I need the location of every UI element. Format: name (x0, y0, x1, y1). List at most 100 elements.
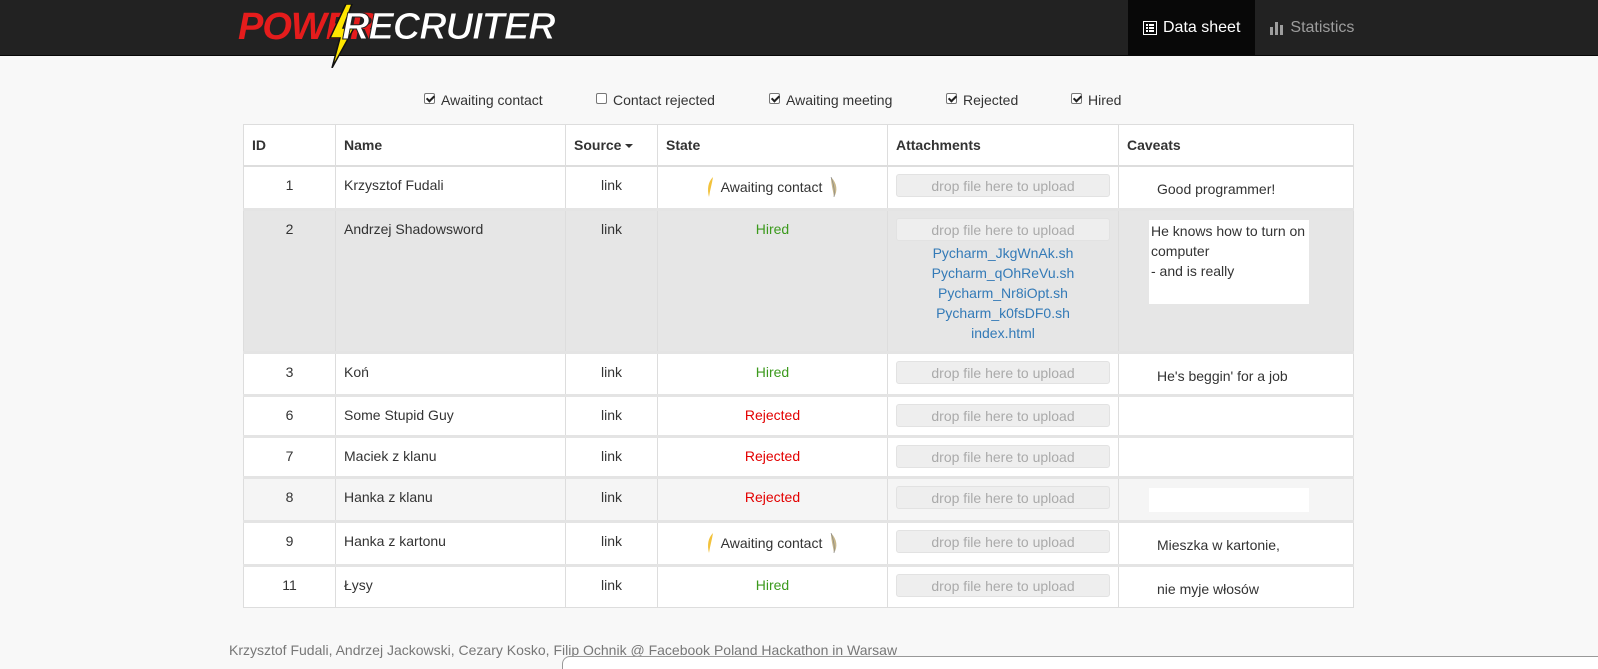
cell-attachments: drop file here to upload (887, 565, 1119, 608)
file-drop-zone[interactable]: drop file here to upload (896, 404, 1110, 427)
attachment-link[interactable]: index.html (896, 323, 1110, 343)
cell-state[interactable]: Rejected (657, 436, 888, 478)
checkbox[interactable] (769, 92, 780, 104)
feather-icon (707, 533, 713, 553)
cell-caveats[interactable]: Good programmer! (1118, 166, 1354, 210)
column-header-id[interactable]: ID (243, 124, 336, 167)
column-header-state[interactable]: State (657, 124, 888, 167)
table-row[interactable]: 2 Andrzej Shadowsword link Hired drop fi… (243, 209, 1354, 353)
table-row[interactable]: 6 Some Stupid Guy link Rejected drop fil… (243, 395, 1354, 437)
attachment-link[interactable]: Pycharm_qOhReVu.sh (896, 263, 1110, 283)
caveat-text[interactable] (1127, 448, 1345, 450)
filter-hired[interactable]: Hired (1071, 92, 1121, 108)
cell-id: 6 (243, 395, 336, 437)
file-drop-zone[interactable]: drop file here to upload (896, 486, 1110, 509)
attachment-link[interactable]: Pycharm_k0fsDF0.sh (896, 303, 1110, 323)
cell-caveats[interactable]: nie myje włosów (1118, 565, 1354, 608)
caveat-editor[interactable] (1149, 488, 1309, 512)
column-header-source[interactable]: Source (565, 124, 658, 167)
column-header-name[interactable]: Name (335, 124, 566, 167)
source-link[interactable]: link (565, 565, 658, 608)
tab-data-sheet-label: Data sheet (1163, 18, 1241, 36)
table-row[interactable]: 9 Hanka z kartonu link Awaiting contact … (243, 521, 1354, 566)
cell-caveats[interactable]: Mieszka w kartonie, (1118, 521, 1354, 566)
file-drop-zone[interactable]: drop file here to upload (896, 530, 1110, 553)
cell-id: 1 (243, 166, 336, 210)
table-row[interactable]: 7 Maciek z klanu link Rejected drop file… (243, 436, 1354, 478)
cell-state[interactable]: Hired (657, 209, 888, 353)
file-drop-zone[interactable]: drop file here to upload (896, 445, 1110, 468)
cell-attachments: drop file here to upload (887, 436, 1119, 478)
cell-state[interactable]: Awaiting contact (657, 521, 888, 566)
table-row[interactable]: 3 Koń link Hired drop file here to uploa… (243, 352, 1354, 396)
tab-statistics[interactable]: Statistics (1255, 0, 1369, 55)
caveat-text[interactable]: Good programmer! (1127, 177, 1345, 199)
checkbox[interactable] (946, 92, 957, 104)
brand-logo-recruiter: RECRUITER (342, 6, 557, 49)
state-label: Awaiting contact (720, 179, 823, 195)
caveat-text[interactable]: Mieszka w kartonie, (1127, 533, 1345, 555)
filter-rejected[interactable]: Rejected (946, 92, 1018, 108)
filter-label: Awaiting meeting (786, 92, 893, 108)
source-link[interactable]: link (565, 521, 658, 566)
cell-id: 9 (243, 521, 336, 566)
checkbox[interactable] (1071, 92, 1082, 104)
column-header-attachments[interactable]: Attachments (887, 124, 1119, 167)
checkbox[interactable] (596, 92, 607, 104)
cell-caveats[interactable]: He's beggin' for a job (1118, 352, 1354, 396)
filter-label: Hired (1088, 92, 1122, 108)
file-drop-zone[interactable]: drop file here to upload (896, 218, 1110, 241)
sort-caret-icon (625, 144, 634, 149)
state-awaiting: Awaiting contact (707, 533, 839, 553)
file-drop-zone[interactable]: drop file here to upload (896, 361, 1110, 384)
cell-attachments: drop file here to upload (887, 395, 1119, 437)
source-link[interactable]: link (565, 436, 658, 478)
filter-awaiting-contact[interactable]: Awaiting contact (424, 92, 543, 108)
cell-caveats (1118, 477, 1354, 522)
source-link[interactable]: link (565, 166, 658, 210)
column-header-caveats[interactable]: Caveats (1118, 124, 1354, 167)
cell-state[interactable]: Hired (657, 565, 888, 608)
table-row[interactable]: 8 Hanka z klanu link Rejected drop file … (243, 477, 1354, 522)
cell-id: 11 (243, 565, 336, 608)
attachment-link[interactable]: Pycharm_JkgWnAk.sh (896, 243, 1110, 263)
caveat-editor[interactable]: He knows how to turn on computer - and i… (1149, 220, 1309, 304)
cell-caveats[interactable] (1118, 436, 1354, 478)
filter-label: Contact rejected (613, 92, 715, 108)
attachment-link[interactable]: Pycharm_Nr8iOpt.sh (896, 283, 1110, 303)
file-drop-zone[interactable]: drop file here to upload (896, 174, 1110, 197)
tab-data-sheet[interactable]: Data sheet (1128, 0, 1256, 55)
state-awaiting: Awaiting contact (707, 177, 839, 197)
cell-name: Hanka z klanu (335, 477, 566, 522)
cell-caveats[interactable] (1118, 395, 1354, 437)
cell-state[interactable]: Hired (657, 352, 888, 396)
file-drop-zone[interactable]: drop file here to upload (896, 574, 1110, 597)
feather-icon (831, 533, 837, 553)
cell-state[interactable]: Rejected (657, 477, 888, 522)
table-row[interactable]: 11 Łysy link Hired drop file here to upl… (243, 565, 1354, 608)
source-link[interactable]: link (565, 352, 658, 396)
cell-name: Andrzej Shadowsword (335, 209, 566, 353)
caveat-text[interactable]: nie myje włosów (1127, 577, 1345, 599)
table-row[interactable]: 1 Krzysztof Fudali link Awaiting contact… (243, 166, 1354, 210)
cell-attachments: drop file here to upload (887, 477, 1119, 522)
tab-statistics-label: Statistics (1290, 18, 1355, 36)
source-link[interactable]: link (565, 209, 658, 353)
caveat-text[interactable] (1127, 407, 1345, 409)
state-filters: Awaiting contact Contact rejected Awaiti… (0, 92, 1598, 112)
source-link[interactable]: link (565, 395, 658, 437)
cell-attachments: drop file here to upload (887, 352, 1119, 396)
navbar: POWER RECRUITER Data sheet Statistics (0, 0, 1598, 68)
filter-contact-rejected[interactable]: Contact rejected (596, 92, 715, 108)
source-link[interactable]: link (565, 477, 658, 522)
feather-icon (707, 177, 713, 197)
cell-name: Koń (335, 352, 566, 396)
brand-logo[interactable]: POWER RECRUITER (238, 4, 556, 68)
filter-awaiting-meeting[interactable]: Awaiting meeting (769, 92, 892, 108)
stats-icon (1270, 21, 1284, 35)
checkbox[interactable] (424, 92, 435, 104)
caveat-text[interactable]: He's beggin' for a job (1127, 364, 1345, 386)
cell-state[interactable]: Awaiting contact (657, 166, 888, 210)
cell-state[interactable]: Rejected (657, 395, 888, 437)
cell-caveats: He knows how to turn on computer - and i… (1118, 209, 1354, 353)
